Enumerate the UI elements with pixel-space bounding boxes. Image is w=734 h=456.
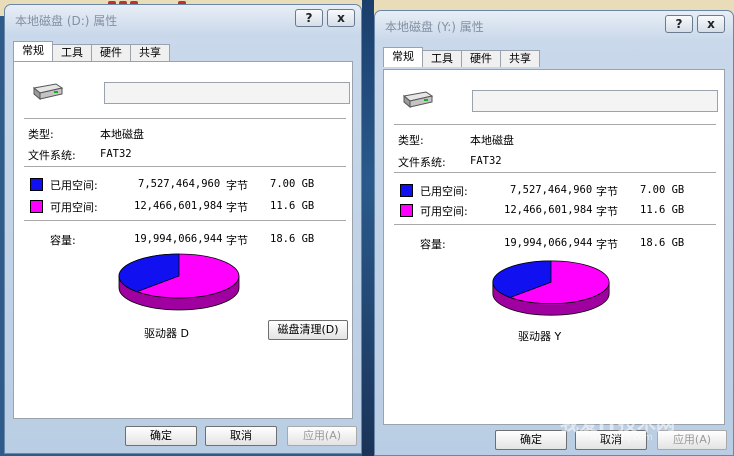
divider [394, 224, 716, 226]
file-system-value: FAT32 [470, 155, 502, 167]
used-space-label: 已用空间: [420, 185, 468, 198]
volume-name-input[interactable] [104, 82, 350, 104]
ok-button[interactable]: 确定 [495, 430, 567, 450]
used-space-size: 7.00 GB [270, 178, 315, 190]
tab-hardware[interactable]: 硬件 [91, 44, 131, 61]
tab-tools[interactable]: 工具 [422, 50, 462, 67]
tab-sharing[interactable]: 共享 [500, 50, 540, 67]
free-space-size: 11.6 GB [270, 200, 315, 212]
tab-tools[interactable]: 工具 [52, 44, 92, 61]
capacity-label: 容量: [50, 234, 76, 247]
used-space-unit: 字节 [596, 185, 618, 198]
divider [24, 220, 346, 222]
window-title: 本地磁盘 (D:) 属性 [15, 14, 118, 28]
divider [24, 118, 346, 120]
hard-drive-icon [402, 91, 434, 109]
capacity-size: 18.6 GB [270, 233, 315, 245]
properties-dialog-y: 本地磁盘 (Y:) 属性 ? x 常规 工具 硬件 共享 类型: 本地磁盘 文件… [374, 10, 734, 456]
type-label: 类型: [28, 128, 54, 141]
tab-general[interactable]: 常规 [383, 47, 423, 67]
used-space-unit: 字节 [226, 179, 248, 192]
tab-general[interactable]: 常规 [13, 41, 53, 61]
capacity-bytes: 19,994,066,944 [134, 233, 223, 245]
capacity-size: 18.6 GB [640, 237, 685, 249]
apply-button[interactable]: 应用(A) [287, 426, 357, 446]
desktop-gap [362, 0, 374, 456]
used-space-bytes: 7,527,464,960 [510, 184, 593, 196]
free-space-unit: 字节 [226, 201, 248, 214]
divider [394, 172, 716, 174]
drive-label: 驱动器 D [144, 327, 189, 340]
divider [394, 124, 716, 126]
title-bar: 本地磁盘 (Y:) 属性 ? x [375, 11, 733, 41]
free-space-swatch [400, 204, 413, 217]
cancel-button[interactable]: 取消 [575, 430, 647, 450]
used-space-swatch [400, 184, 413, 197]
tab-strip: 常规 工具 硬件 共享 [383, 47, 540, 67]
used-space-swatch [30, 178, 43, 191]
used-space-size: 7.00 GB [640, 184, 685, 196]
type-label: 类型: [398, 134, 424, 147]
free-space-bytes: 12,466,601,984 [504, 204, 593, 216]
ok-button[interactable]: 确定 [125, 426, 197, 446]
disk-cleanup-button[interactable]: 磁盘清理(D) [268, 320, 348, 340]
close-button[interactable]: x [697, 15, 725, 33]
properties-dialog-d: 本地磁盘 (D:) 属性 ? x 常规 工具 硬件 共享 类型: 本地磁盘 文件… [4, 4, 362, 454]
tab-sharing[interactable]: 共享 [130, 44, 170, 61]
volume-name-input[interactable] [472, 90, 718, 112]
help-button[interactable]: ? [665, 15, 693, 33]
capacity-label: 容量: [420, 238, 446, 251]
used-space-bytes: 7,527,464,960 [138, 178, 221, 190]
free-space-label: 可用空间: [50, 201, 98, 214]
general-tab-page: 类型: 本地磁盘 文件系统: FAT32 已用空间: 7,527,464,960… [13, 61, 353, 419]
disk-usage-pie-chart [118, 253, 240, 311]
type-value: 本地磁盘 [100, 128, 144, 141]
apply-button[interactable]: 应用(A) [657, 430, 727, 450]
file-system-label: 文件系统: [398, 156, 446, 169]
file-system-value: FAT32 [100, 148, 132, 160]
title-bar: 本地磁盘 (D:) 属性 ? x [5, 5, 361, 35]
capacity-unit: 字节 [596, 238, 618, 251]
used-space-label: 已用空间: [50, 179, 98, 192]
type-value: 本地磁盘 [470, 134, 514, 147]
free-space-swatch [30, 200, 43, 213]
divider [24, 166, 346, 168]
general-tab-page: 类型: 本地磁盘 文件系统: FAT32 已用空间: 7,527,464,960… [383, 69, 725, 425]
free-space-size: 11.6 GB [640, 204, 685, 216]
capacity-unit: 字节 [226, 234, 248, 247]
free-space-bytes: 12,466,601,984 [134, 200, 223, 212]
tab-strip: 常规 工具 硬件 共享 [13, 41, 170, 61]
disk-usage-pie-chart [492, 260, 610, 316]
tab-hardware[interactable]: 硬件 [461, 50, 501, 67]
capacity-bytes: 19,994,066,944 [504, 237, 593, 249]
file-system-label: 文件系统: [28, 149, 76, 162]
drive-label: 驱动器 Y [518, 330, 562, 343]
window-title: 本地磁盘 (Y:) 属性 [385, 20, 484, 34]
hard-drive-icon [32, 83, 64, 101]
close-button[interactable]: x [327, 9, 355, 27]
free-space-unit: 字节 [596, 205, 618, 218]
help-button[interactable]: ? [295, 9, 323, 27]
free-space-label: 可用空间: [420, 205, 468, 218]
cancel-button[interactable]: 取消 [205, 426, 277, 446]
